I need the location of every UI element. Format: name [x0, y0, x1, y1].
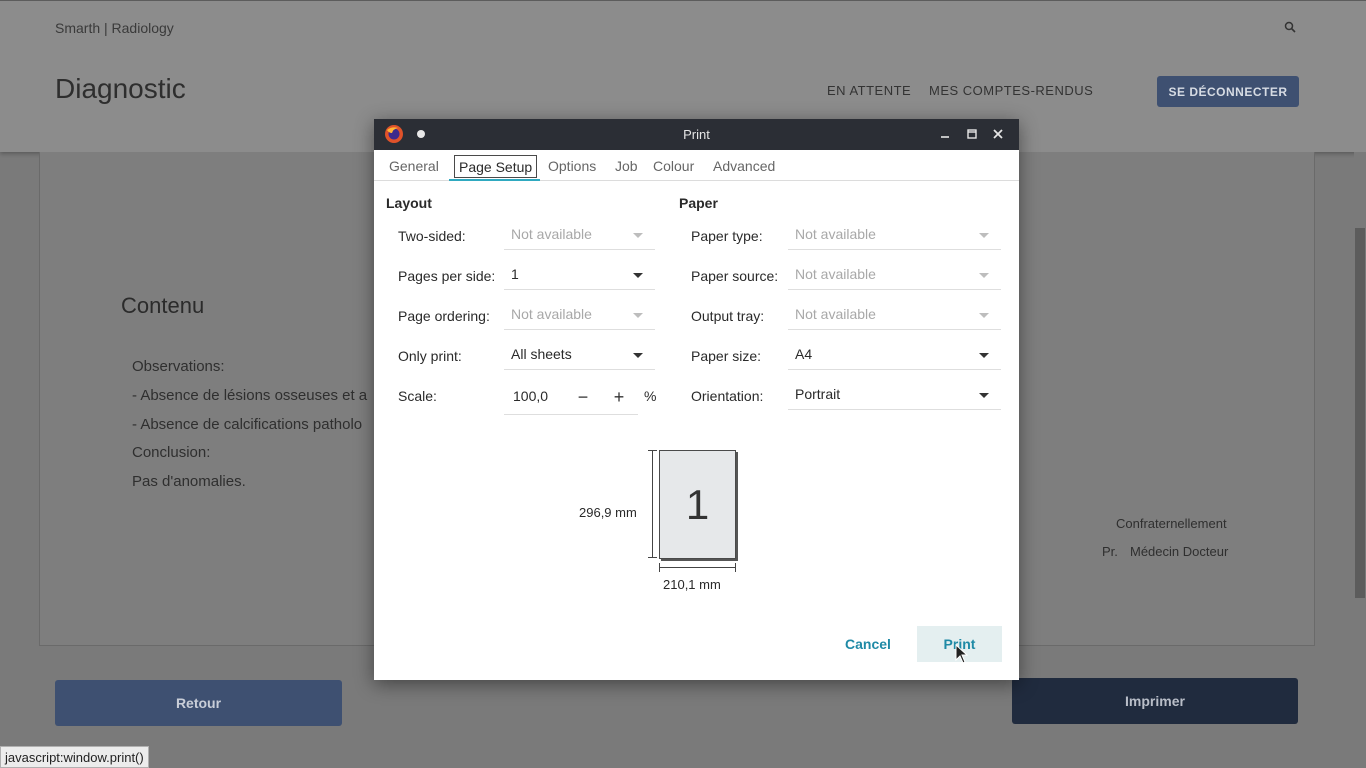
dialog-tabs: General Page Setup Options Job Colour Ad…: [374, 150, 1019, 181]
height-dimension-cap: [648, 557, 657, 558]
scale-input[interactable]: 100,0: [513, 388, 548, 404]
tab-options[interactable]: Options: [548, 150, 596, 181]
scale-unit: %: [644, 388, 657, 404]
only-print-label: Only print:: [398, 348, 462, 364]
height-dimension-cap: [648, 450, 657, 451]
only-print-value: All sheets: [511, 346, 572, 362]
signature-prefix: Pr.: [1102, 544, 1118, 559]
page-preview: 1: [659, 450, 736, 559]
active-tab-indicator: [449, 179, 540, 181]
chevron-down-icon: [633, 273, 643, 278]
paper-type-select: Not available: [788, 220, 1001, 250]
scale-label: Scale:: [398, 388, 437, 404]
tab-job[interactable]: Job: [615, 150, 638, 181]
paper-source-select: Not available: [788, 260, 1001, 290]
paper-source-label: Paper source:: [691, 268, 779, 284]
orientation-value: Portrait: [795, 386, 841, 402]
observation-line: - Absence de calcifications patholo: [132, 416, 363, 433]
brand-link[interactable]: Smarth | Radiology: [55, 20, 174, 36]
print-dialog: Print General Page Setup Options Job Col…: [374, 119, 1019, 680]
two-sided-select: Not available: [504, 220, 655, 250]
orientation-select[interactable]: Portrait: [788, 380, 1001, 410]
page-ordering-value: Not available: [511, 306, 592, 322]
chevron-down-icon: [633, 353, 643, 358]
two-sided-value: Not available: [511, 226, 592, 242]
dialog-title: Print: [683, 127, 710, 142]
close-icon[interactable]: [991, 127, 1005, 141]
output-tray-label: Output tray:: [691, 308, 765, 324]
paper-size-select[interactable]: A4: [788, 340, 1001, 370]
chevron-down-icon: [633, 233, 643, 238]
paper-type-value: Not available: [795, 226, 876, 242]
chevron-down-icon: [979, 353, 989, 358]
chevron-down-icon: [979, 393, 989, 398]
logout-button[interactable]: SE DÉCONNECTER: [1157, 76, 1299, 107]
chevron-down-icon: [979, 233, 989, 238]
chevron-down-icon: [633, 313, 643, 318]
tab-general[interactable]: General: [389, 150, 439, 181]
mouse-cursor-icon: [955, 644, 969, 664]
nav-en-attente[interactable]: EN ATTENTE: [827, 83, 911, 98]
imprimer-button[interactable]: Imprimer: [1012, 678, 1298, 724]
maximize-icon[interactable]: [965, 127, 979, 141]
pages-per-side-label: Pages per side:: [398, 268, 496, 284]
only-print-select[interactable]: All sheets: [504, 340, 655, 370]
paper-section-title: Paper: [679, 195, 718, 211]
output-tray-value: Not available: [795, 306, 876, 322]
pages-per-side-value: 1: [511, 266, 519, 282]
page-ordering-label: Page ordering:: [398, 308, 490, 324]
status-bar: javascript:window.print(): [0, 746, 149, 768]
chevron-down-icon: [979, 313, 989, 318]
observation-line: Conclusion:: [132, 444, 211, 461]
signature-closing: Confraternellement: [1116, 516, 1227, 531]
page-title: Diagnostic: [55, 73, 186, 104]
scale-decrease-icon[interactable]: −: [574, 388, 592, 406]
layout-section-title: Layout: [386, 195, 432, 211]
height-dimension-line: [652, 450, 653, 558]
orientation-label: Orientation:: [691, 388, 764, 404]
width-dimension-cap: [659, 563, 660, 572]
observation-line: Observations:: [132, 358, 225, 375]
nav-mes-comptes-rendus[interactable]: MES COMPTES-RENDUS: [929, 83, 1093, 98]
width-dimension-label: 210,1 mm: [663, 577, 721, 592]
output-tray-select: Not available: [788, 300, 1001, 330]
scale-increase-icon[interactable]: +: [610, 388, 628, 406]
content-title: Contenu: [121, 293, 205, 318]
paper-size-label: Paper size:: [691, 348, 762, 364]
search-icon[interactable]: [1284, 21, 1296, 33]
width-dimension-cap: [735, 563, 736, 572]
firefox-icon: [385, 125, 403, 143]
paper-type-label: Paper type:: [691, 228, 763, 244]
paper-size-value: A4: [795, 346, 813, 362]
pages-per-side-select[interactable]: 1: [504, 260, 655, 290]
minimize-icon[interactable]: [938, 127, 952, 141]
chevron-down-icon: [979, 273, 989, 278]
page-scrollbar-thumb[interactable]: [1355, 228, 1365, 598]
tab-advanced[interactable]: Advanced: [713, 150, 775, 181]
window-menu-dot-icon[interactable]: [417, 130, 425, 138]
back-button[interactable]: Retour: [55, 680, 342, 726]
scale-spinner: 100,0 − +: [504, 381, 638, 415]
page-ordering-select: Not available: [504, 300, 655, 330]
two-sided-label: Two-sided:: [398, 228, 466, 244]
tab-page-setup[interactable]: Page Setup: [454, 155, 538, 178]
paper-source-value: Not available: [795, 266, 876, 282]
cancel-button[interactable]: Cancel: [837, 626, 899, 662]
signature-name: Médecin Docteur: [1130, 544, 1229, 559]
width-dimension-line: [659, 567, 736, 568]
tab-colour[interactable]: Colour: [653, 150, 694, 181]
dialog-titlebar[interactable]: Print: [374, 119, 1019, 150]
observation-line: Pas d'anomalies.: [132, 473, 246, 490]
height-dimension-label: 296,9 mm: [579, 505, 637, 520]
observation-line: - Absence de lésions osseuses et a: [132, 387, 368, 404]
